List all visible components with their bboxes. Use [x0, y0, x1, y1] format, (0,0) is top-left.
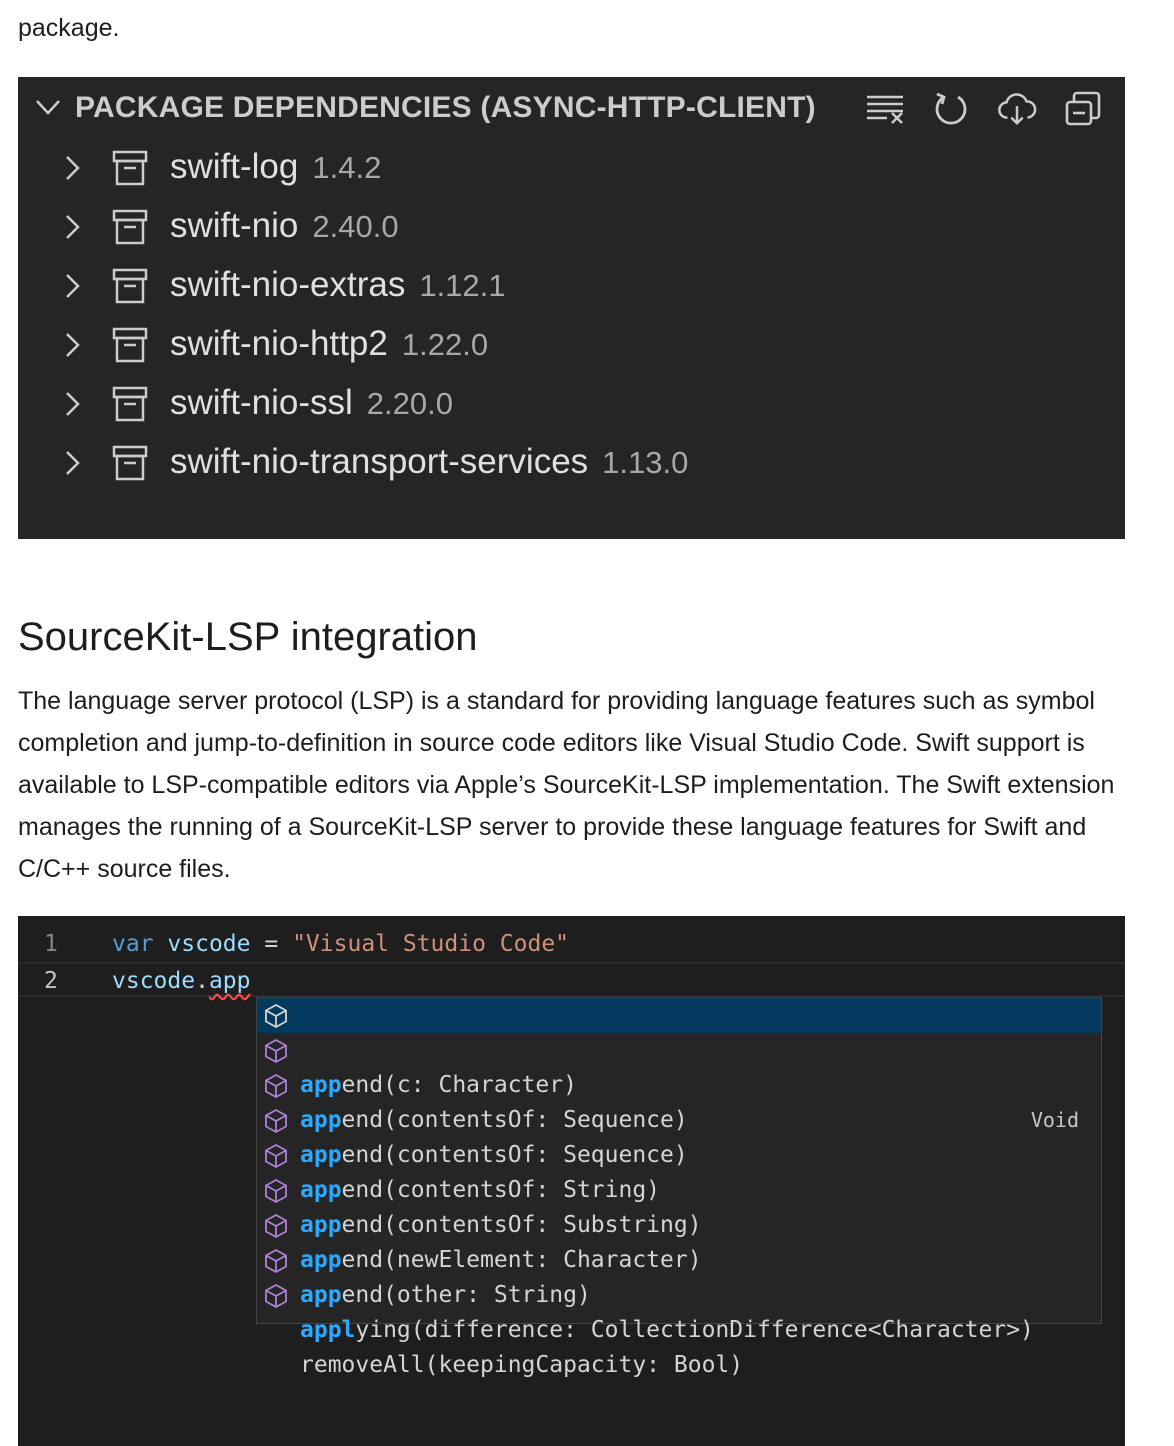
dependency-name: swift-nio-ssl [170, 383, 353, 422]
section-heading: SourceKit-LSP integration [18, 615, 478, 659]
suggestion-item[interactable]: append(other: String) [257, 1208, 1101, 1308]
dependency-version: 1.13.0 [602, 445, 689, 480]
code-line[interactable]: 1 var vscode = "Visual Studio Code" [18, 927, 1125, 962]
method-cube-icon [265, 1038, 287, 1064]
chevron-down-icon[interactable] [34, 97, 62, 117]
dependency-version: 1.4.2 [312, 150, 382, 185]
identifier-token: vscode [112, 968, 196, 994]
chevron-right-icon[interactable] [62, 272, 82, 300]
dependency-name: swift-log [170, 147, 299, 186]
chevron-right-icon[interactable] [62, 390, 82, 418]
suggestion-item[interactable]: append(newElement: Character) [257, 1173, 1101, 1273]
dependency-row[interactable]: swift-nio-ssl 2.20.0 [18, 374, 1125, 433]
dependency-version: 1.12.1 [419, 268, 506, 303]
suggestion-item[interactable]: append(contentsOf: Sequence) [257, 1033, 1101, 1133]
cloud-download-icon[interactable] [997, 89, 1037, 129]
intro-text: package. [18, 14, 120, 42]
dependency-label: swift-log 1.4.2 [170, 147, 381, 187]
dependency-label: swift-nio-extras 1.12.1 [170, 265, 506, 305]
suggestion-item[interactable]: append(contentsOf: String) [257, 1103, 1101, 1203]
package-icon [112, 209, 148, 245]
package-icon [112, 445, 148, 481]
package-icon [112, 150, 148, 186]
dependency-version: 2.20.0 [366, 386, 453, 421]
chevron-right-icon[interactable] [62, 449, 82, 477]
operator-token: = [264, 931, 279, 957]
chevron-right-icon[interactable] [62, 213, 82, 241]
panel-actions [865, 89, 1103, 129]
code-line-current[interactable]: 2 vscode.app [18, 962, 1125, 997]
suggestion-rest: ying(difference: CollectionDifference<Ch… [355, 1317, 1034, 1343]
line-number: 2 [44, 968, 58, 994]
code-text[interactable]: var vscode = "Visual Studio Code" [112, 927, 569, 962]
dependency-name: swift-nio-http2 [170, 324, 388, 363]
method-cube-icon [265, 1178, 287, 1204]
dependency-version: 2.40.0 [312, 209, 399, 244]
dependency-row[interactable]: swift-nio 2.40.0 [18, 197, 1125, 256]
chevron-right-icon[interactable] [62, 331, 82, 359]
dependency-name: swift-nio [170, 206, 299, 245]
dependency-label: swift-nio-http2 1.22.0 [170, 324, 488, 364]
suggestion-item[interactable]: append(contentsOf: Sequence) [257, 1068, 1101, 1168]
dependency-row[interactable]: swift-nio-extras 1.12.1 [18, 256, 1125, 315]
clear-all-icon[interactable] [865, 89, 905, 129]
suggestion-label: removeAll(keepingCapacity: Bool) [300, 1352, 744, 1378]
section-paragraph: The language server protocol (LSP) is a … [18, 687, 1115, 883]
method-cube-icon [265, 1108, 287, 1134]
method-cube-icon [265, 1283, 287, 1309]
package-icon [112, 327, 148, 363]
package-icon [112, 268, 148, 304]
code-editor[interactable]: 1 var vscode = "Visual Studio Code" 2 vs… [18, 916, 1125, 1446]
dependency-label: swift-nio-transport-services 1.13.0 [170, 442, 688, 482]
panel-title: PACKAGE DEPENDENCIES (ASYNC-HTTP-CLIENT) [75, 91, 816, 124]
refresh-icon[interactable] [931, 89, 971, 129]
chevron-right-icon[interactable] [62, 154, 82, 182]
suggestion-item[interactable]: append(contentsOf: Substring) [257, 1138, 1101, 1238]
dependency-name: swift-nio-transport-services [170, 442, 589, 481]
code-text[interactable]: vscode.app [112, 964, 251, 999]
dot-token: . [195, 968, 209, 994]
dependency-row[interactable]: swift-nio-transport-services 1.13.0 [18, 433, 1125, 492]
suggestion-item[interactable]: removeAll(keepingCapacity: Bool) [257, 1278, 1101, 1378]
panel-header[interactable]: PACKAGE DEPENDENCIES (ASYNC-HTTP-CLIENT) [18, 77, 1125, 139]
method-cube-icon [265, 1248, 287, 1274]
dependency-row[interactable]: swift-nio-http2 1.22.0 [18, 315, 1125, 374]
method-cube-icon [265, 1213, 287, 1239]
dependency-label: swift-nio-ssl 2.20.0 [170, 383, 453, 423]
line-number: 1 [44, 931, 58, 957]
suggestion-label: applying(difference: CollectionDifferenc… [300, 1313, 1034, 1348]
keyword-token: var [112, 931, 154, 957]
suggestion-item[interactable]: applying(difference: CollectionDifferenc… [257, 1243, 1101, 1343]
suggestion-widget: append(c: Character) Void append(content… [256, 997, 1102, 1378]
suggestion-item[interactable]: append(c: Character) Void [257, 998, 1101, 1132]
method-cube-icon [265, 1143, 287, 1169]
dependency-version: 1.22.0 [401, 327, 489, 362]
member-token-error: app [208, 968, 251, 994]
method-cube-icon [265, 1073, 287, 1099]
dependency-name: swift-nio-extras [170, 265, 406, 304]
dependency-label: swift-nio 2.40.0 [170, 206, 399, 246]
collapse-all-icon[interactable] [1063, 89, 1103, 129]
identifier-token: vscode [167, 931, 251, 957]
package-icon [112, 386, 148, 422]
dependency-row[interactable]: swift-log 1.4.2 [18, 138, 1125, 197]
string-token: "Visual Studio Code" [292, 931, 570, 957]
method-cube-icon [265, 1003, 287, 1029]
package-dependencies-panel: PACKAGE DEPENDENCIES (ASYNC-HTTP-CLIENT) [18, 77, 1125, 539]
